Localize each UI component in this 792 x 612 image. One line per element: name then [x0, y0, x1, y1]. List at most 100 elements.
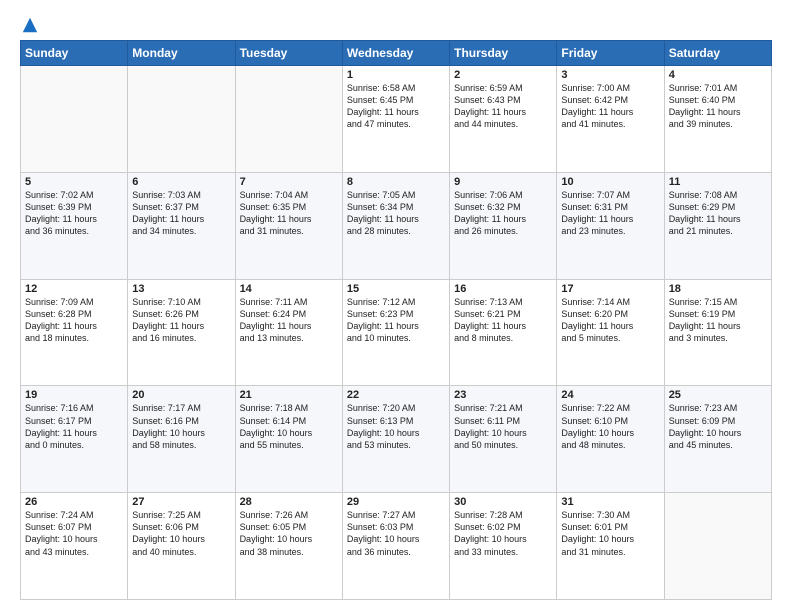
- day-number: 27: [132, 496, 230, 508]
- calendar-cell: 6Sunrise: 7:03 AM Sunset: 6:37 PM Daylig…: [128, 172, 235, 279]
- calendar-cell: 30Sunrise: 7:28 AM Sunset: 6:02 PM Dayli…: [450, 493, 557, 600]
- day-number: 13: [132, 283, 230, 295]
- calendar-cell: 31Sunrise: 7:30 AM Sunset: 6:01 PM Dayli…: [557, 493, 664, 600]
- calendar-cell: 2Sunrise: 6:59 AM Sunset: 6:43 PM Daylig…: [450, 66, 557, 173]
- day-info: Sunrise: 7:05 AM Sunset: 6:34 PM Dayligh…: [347, 189, 445, 238]
- calendar-week-1: 1Sunrise: 6:58 AM Sunset: 6:45 PM Daylig…: [21, 66, 772, 173]
- calendar-header-row: SundayMondayTuesdayWednesdayThursdayFrid…: [21, 41, 772, 66]
- page: SundayMondayTuesdayWednesdayThursdayFrid…: [0, 0, 792, 612]
- logo-icon: [21, 16, 39, 34]
- day-info: Sunrise: 7:00 AM Sunset: 6:42 PM Dayligh…: [561, 82, 659, 131]
- logo: [20, 16, 39, 30]
- day-info: Sunrise: 7:07 AM Sunset: 6:31 PM Dayligh…: [561, 189, 659, 238]
- day-number: 9: [454, 176, 552, 188]
- day-number: 25: [669, 389, 767, 401]
- day-number: 20: [132, 389, 230, 401]
- day-number: 10: [561, 176, 659, 188]
- calendar-cell: 17Sunrise: 7:14 AM Sunset: 6:20 PM Dayli…: [557, 279, 664, 386]
- day-number: 29: [347, 496, 445, 508]
- day-info: Sunrise: 7:20 AM Sunset: 6:13 PM Dayligh…: [347, 402, 445, 451]
- calendar-cell: 19Sunrise: 7:16 AM Sunset: 6:17 PM Dayli…: [21, 386, 128, 493]
- calendar-cell: 16Sunrise: 7:13 AM Sunset: 6:21 PM Dayli…: [450, 279, 557, 386]
- calendar-cell: 27Sunrise: 7:25 AM Sunset: 6:06 PM Dayli…: [128, 493, 235, 600]
- day-info: Sunrise: 7:10 AM Sunset: 6:26 PM Dayligh…: [132, 296, 230, 345]
- day-number: 26: [25, 496, 123, 508]
- day-number: 11: [669, 176, 767, 188]
- calendar-cell: 9Sunrise: 7:06 AM Sunset: 6:32 PM Daylig…: [450, 172, 557, 279]
- calendar-header-wednesday: Wednesday: [342, 41, 449, 66]
- calendar-cell: [128, 66, 235, 173]
- calendar-header-saturday: Saturday: [664, 41, 771, 66]
- day-info: Sunrise: 7:08 AM Sunset: 6:29 PM Dayligh…: [669, 189, 767, 238]
- day-number: 8: [347, 176, 445, 188]
- calendar-cell: 25Sunrise: 7:23 AM Sunset: 6:09 PM Dayli…: [664, 386, 771, 493]
- calendar-cell: 14Sunrise: 7:11 AM Sunset: 6:24 PM Dayli…: [235, 279, 342, 386]
- day-info: Sunrise: 6:58 AM Sunset: 6:45 PM Dayligh…: [347, 82, 445, 131]
- calendar-cell: 26Sunrise: 7:24 AM Sunset: 6:07 PM Dayli…: [21, 493, 128, 600]
- day-info: Sunrise: 7:13 AM Sunset: 6:21 PM Dayligh…: [454, 296, 552, 345]
- day-number: 22: [347, 389, 445, 401]
- day-number: 21: [240, 389, 338, 401]
- day-number: 6: [132, 176, 230, 188]
- calendar-header-sunday: Sunday: [21, 41, 128, 66]
- day-info: Sunrise: 6:59 AM Sunset: 6:43 PM Dayligh…: [454, 82, 552, 131]
- day-info: Sunrise: 7:28 AM Sunset: 6:02 PM Dayligh…: [454, 509, 552, 558]
- day-info: Sunrise: 7:23 AM Sunset: 6:09 PM Dayligh…: [669, 402, 767, 451]
- day-info: Sunrise: 7:30 AM Sunset: 6:01 PM Dayligh…: [561, 509, 659, 558]
- header: [20, 16, 772, 30]
- day-number: 2: [454, 69, 552, 81]
- calendar-cell: 29Sunrise: 7:27 AM Sunset: 6:03 PM Dayli…: [342, 493, 449, 600]
- calendar-cell: 20Sunrise: 7:17 AM Sunset: 6:16 PM Dayli…: [128, 386, 235, 493]
- calendar-table: SundayMondayTuesdayWednesdayThursdayFrid…: [20, 40, 772, 600]
- day-info: Sunrise: 7:24 AM Sunset: 6:07 PM Dayligh…: [25, 509, 123, 558]
- calendar-week-5: 26Sunrise: 7:24 AM Sunset: 6:07 PM Dayli…: [21, 493, 772, 600]
- day-info: Sunrise: 7:04 AM Sunset: 6:35 PM Dayligh…: [240, 189, 338, 238]
- day-info: Sunrise: 7:16 AM Sunset: 6:17 PM Dayligh…: [25, 402, 123, 451]
- calendar-week-3: 12Sunrise: 7:09 AM Sunset: 6:28 PM Dayli…: [21, 279, 772, 386]
- day-info: Sunrise: 7:18 AM Sunset: 6:14 PM Dayligh…: [240, 402, 338, 451]
- day-number: 1: [347, 69, 445, 81]
- day-number: 30: [454, 496, 552, 508]
- calendar-cell: 28Sunrise: 7:26 AM Sunset: 6:05 PM Dayli…: [235, 493, 342, 600]
- calendar-week-2: 5Sunrise: 7:02 AM Sunset: 6:39 PM Daylig…: [21, 172, 772, 279]
- calendar-cell: [235, 66, 342, 173]
- calendar-cell: 8Sunrise: 7:05 AM Sunset: 6:34 PM Daylig…: [342, 172, 449, 279]
- day-info: Sunrise: 7:21 AM Sunset: 6:11 PM Dayligh…: [454, 402, 552, 451]
- day-number: 7: [240, 176, 338, 188]
- day-info: Sunrise: 7:11 AM Sunset: 6:24 PM Dayligh…: [240, 296, 338, 345]
- day-info: Sunrise: 7:01 AM Sunset: 6:40 PM Dayligh…: [669, 82, 767, 131]
- day-number: 17: [561, 283, 659, 295]
- day-info: Sunrise: 7:14 AM Sunset: 6:20 PM Dayligh…: [561, 296, 659, 345]
- day-info: Sunrise: 7:26 AM Sunset: 6:05 PM Dayligh…: [240, 509, 338, 558]
- calendar-cell: [664, 493, 771, 600]
- calendar-cell: 18Sunrise: 7:15 AM Sunset: 6:19 PM Dayli…: [664, 279, 771, 386]
- day-number: 12: [25, 283, 123, 295]
- calendar-cell: 24Sunrise: 7:22 AM Sunset: 6:10 PM Dayli…: [557, 386, 664, 493]
- calendar-cell: 1Sunrise: 6:58 AM Sunset: 6:45 PM Daylig…: [342, 66, 449, 173]
- calendar-cell: 7Sunrise: 7:04 AM Sunset: 6:35 PM Daylig…: [235, 172, 342, 279]
- calendar-cell: 23Sunrise: 7:21 AM Sunset: 6:11 PM Dayli…: [450, 386, 557, 493]
- day-number: 4: [669, 69, 767, 81]
- day-info: Sunrise: 7:12 AM Sunset: 6:23 PM Dayligh…: [347, 296, 445, 345]
- calendar-cell: 11Sunrise: 7:08 AM Sunset: 6:29 PM Dayli…: [664, 172, 771, 279]
- calendar-header-thursday: Thursday: [450, 41, 557, 66]
- day-info: Sunrise: 7:27 AM Sunset: 6:03 PM Dayligh…: [347, 509, 445, 558]
- day-number: 28: [240, 496, 338, 508]
- day-info: Sunrise: 7:03 AM Sunset: 6:37 PM Dayligh…: [132, 189, 230, 238]
- calendar-week-4: 19Sunrise: 7:16 AM Sunset: 6:17 PM Dayli…: [21, 386, 772, 493]
- calendar-cell: [21, 66, 128, 173]
- calendar-cell: 4Sunrise: 7:01 AM Sunset: 6:40 PM Daylig…: [664, 66, 771, 173]
- calendar-cell: 21Sunrise: 7:18 AM Sunset: 6:14 PM Dayli…: [235, 386, 342, 493]
- calendar-header-friday: Friday: [557, 41, 664, 66]
- day-number: 18: [669, 283, 767, 295]
- day-number: 16: [454, 283, 552, 295]
- day-info: Sunrise: 7:06 AM Sunset: 6:32 PM Dayligh…: [454, 189, 552, 238]
- day-number: 15: [347, 283, 445, 295]
- day-number: 31: [561, 496, 659, 508]
- day-info: Sunrise: 7:22 AM Sunset: 6:10 PM Dayligh…: [561, 402, 659, 451]
- calendar-cell: 13Sunrise: 7:10 AM Sunset: 6:26 PM Dayli…: [128, 279, 235, 386]
- day-info: Sunrise: 7:25 AM Sunset: 6:06 PM Dayligh…: [132, 509, 230, 558]
- calendar-cell: 22Sunrise: 7:20 AM Sunset: 6:13 PM Dayli…: [342, 386, 449, 493]
- calendar-cell: 5Sunrise: 7:02 AM Sunset: 6:39 PM Daylig…: [21, 172, 128, 279]
- calendar-cell: 3Sunrise: 7:00 AM Sunset: 6:42 PM Daylig…: [557, 66, 664, 173]
